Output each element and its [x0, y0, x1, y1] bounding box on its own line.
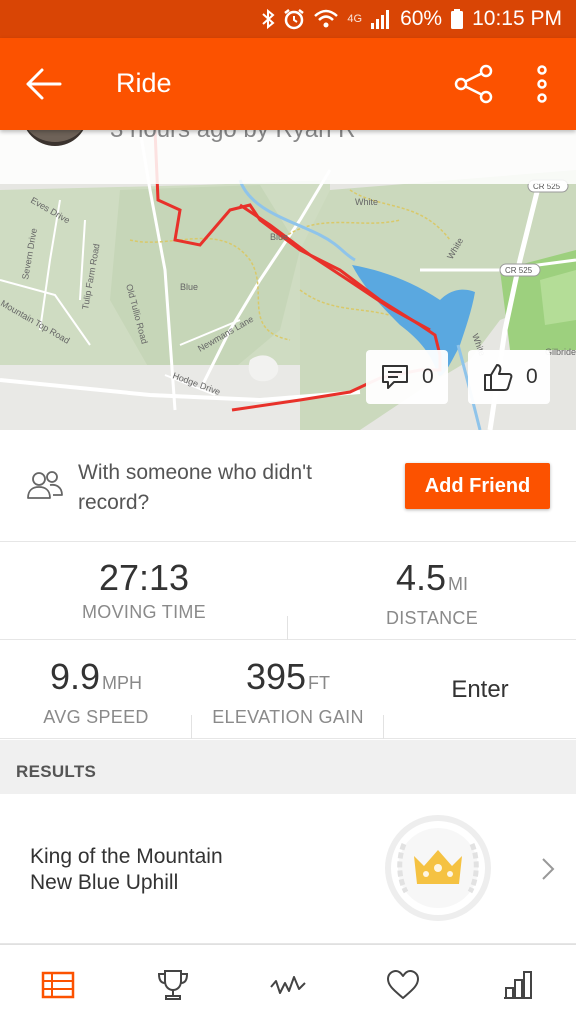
kudos-count: 0: [526, 365, 538, 388]
alarm-icon: [284, 9, 305, 30]
back-arrow-icon[interactable]: [24, 66, 64, 102]
avg-speed-value: 9.9 MPH: [49, 656, 143, 697]
moving-time-value: 27:13: [98, 557, 190, 598]
avg-speed-label: AVG SPEED: [43, 707, 149, 727]
elevation-value: 395 FT: [245, 656, 331, 697]
nav-challenges[interactable]: [115, 945, 230, 1024]
comment-icon: [382, 365, 408, 389]
distance-stat: 4.5 MI DISTANCE: [288, 542, 576, 640]
more-vert-icon[interactable]: [528, 60, 556, 108]
distance-unit: MI: [448, 574, 469, 594]
thumbs-up-icon: [484, 364, 513, 391]
crown-icon: [385, 815, 491, 921]
results-section-header: RESULTS: [0, 740, 576, 794]
moving-time-label: MOVING TIME: [82, 602, 206, 622]
stats-row-primary: 27:13 MOVING TIME 4.5 MI DISTANCE: [0, 542, 576, 640]
distance-value: 4.5 MI: [395, 557, 469, 598]
street-label: Blue: [180, 282, 198, 292]
nav-activity[interactable]: [230, 945, 345, 1024]
route-shield: CR 525: [505, 266, 533, 275]
avg-speed-stat: 9.9 MPH AVG SPEED: [0, 641, 192, 739]
street-label: White: [355, 197, 378, 207]
distance-label: DISTANCE: [385, 608, 479, 628]
bottom-navigation: [0, 944, 576, 1024]
enter-perceived-exertion-button[interactable]: Enter: [384, 641, 576, 739]
page-title: Ride: [116, 68, 172, 98]
chevron-right-icon: [542, 858, 555, 880]
stats-row-secondary: 9.9 MPH AVG SPEED 395 FT ELEVATION GAIN En…: [0, 641, 576, 739]
avg-speed-unit: MPH: [102, 673, 143, 693]
elevation-stat: 395 FT ELEVATION GAIN: [192, 641, 384, 739]
nav-feed[interactable]: [0, 945, 115, 1024]
route-map[interactable]: Eves Drive Severn Drive Tulip Farm Road …: [0, 130, 576, 430]
people-icon: [27, 471, 63, 499]
feed-icon: [41, 971, 74, 999]
activity-header-overlay: 3 hours ago by Ryan R: [0, 130, 576, 184]
battery-percent: 60%: [400, 7, 443, 30]
comment-button[interactable]: 0: [366, 350, 448, 404]
achievement-name: King of the Mountain: [30, 845, 223, 868]
kudos-button[interactable]: 0: [468, 350, 550, 404]
stats-icon: [504, 971, 533, 999]
network-type: 4G: [347, 13, 363, 25]
clock: 10:15 PM: [472, 7, 562, 30]
comment-count: 0: [422, 365, 434, 388]
friend-prompt-text: With someone who didn't record?: [78, 461, 312, 514]
elevation-unit: FT: [308, 673, 331, 693]
trophy-icon: [157, 970, 188, 1000]
activity-icon: [270, 976, 306, 994]
heart-icon: [387, 970, 420, 999]
status-bar: 4G 60% 10:15 PM: [0, 0, 576, 38]
avatar[interactable]: [22, 130, 88, 146]
segment-name: New Blue Uphill: [30, 871, 179, 894]
tag-friend-row: With someone who didn't record? Add Frie…: [0, 430, 576, 542]
battery-icon: [451, 9, 464, 29]
signal-icon: [371, 10, 390, 29]
moving-time-stat: 27:13 MOVING TIME: [0, 542, 288, 640]
results-header-label: RESULTS: [16, 762, 97, 781]
nav-profile-stats[interactable]: [461, 945, 576, 1024]
elevation-label: ELEVATION GAIN: [212, 707, 364, 727]
result-item[interactable]: King of the Mountain New Blue Uphill: [0, 794, 576, 944]
bluetooth-icon: [262, 8, 275, 30]
app-bar: Ride: [0, 38, 576, 130]
share-icon[interactable]: [452, 62, 496, 106]
add-friend-button[interactable]: Add Friend: [405, 463, 550, 509]
result-title: King of the Mountain New Blue Uphill: [30, 844, 223, 896]
street-label: Blue: [270, 232, 288, 242]
nav-kudos[interactable]: [346, 945, 461, 1024]
activity-subtitle: 3 hours ago by Ryan R: [110, 130, 355, 144]
wifi-icon: [314, 9, 339, 28]
